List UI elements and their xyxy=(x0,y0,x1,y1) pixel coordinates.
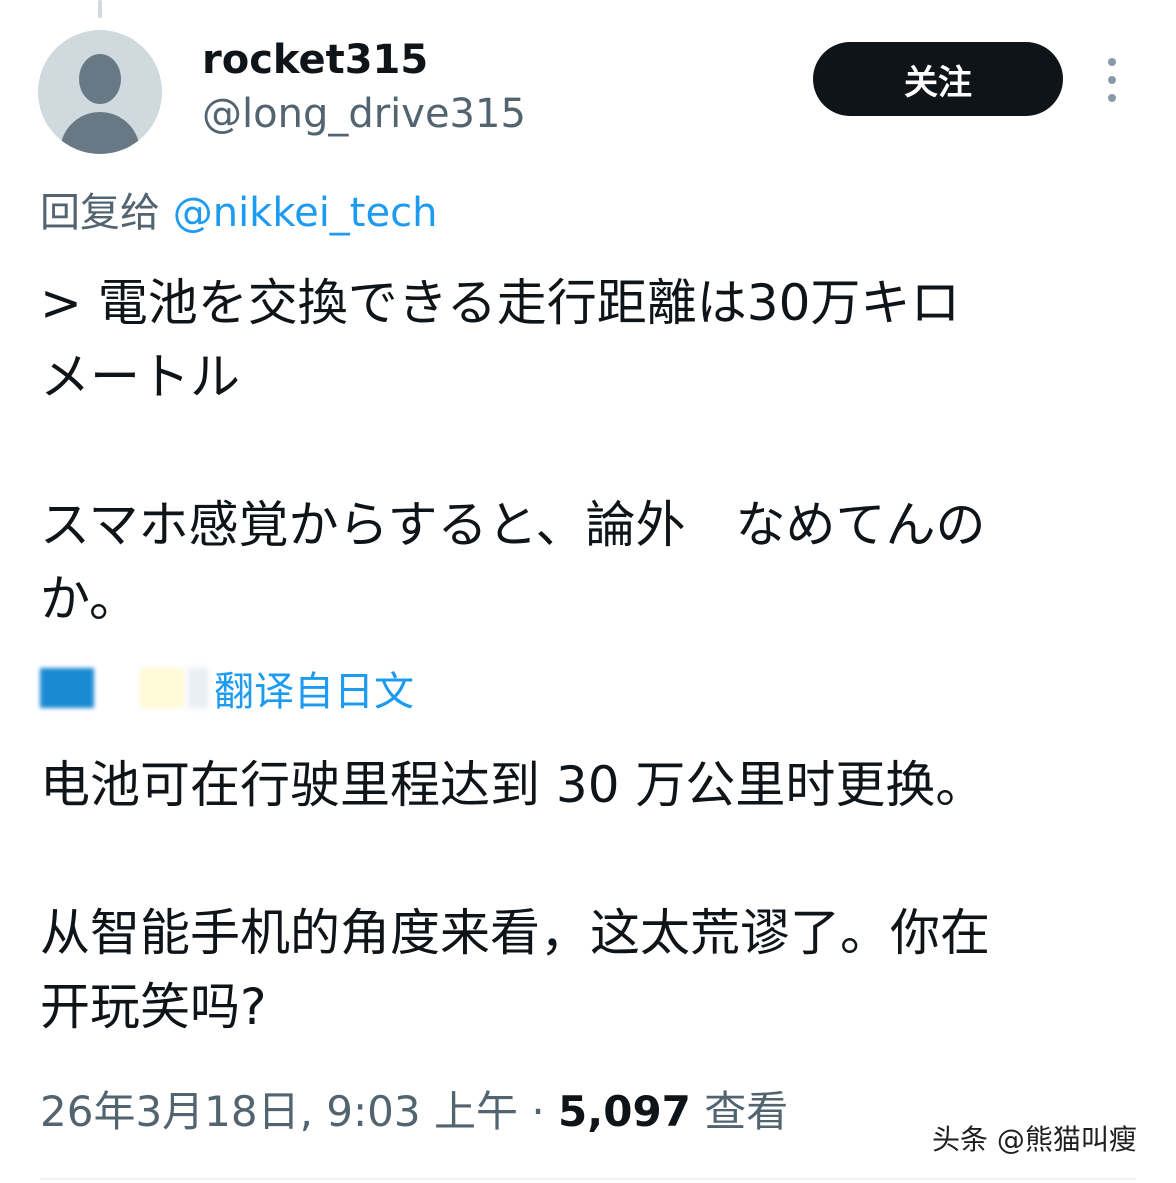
display-name[interactable]: rocket315 xyxy=(202,36,428,84)
thread-connector-line xyxy=(98,0,102,18)
translator-logo-icon xyxy=(40,668,94,708)
reply-prefix: 回复给 xyxy=(40,190,173,236)
tweet-translated-text: 电池可在行驶里程达到 30 万公里时更换。 从智能手机的角度来看，这太荒谬了。你… xyxy=(40,756,990,1036)
blurred-logo-part xyxy=(188,668,208,708)
meta-separator: · xyxy=(517,1087,559,1136)
translate-label[interactable]: 翻译自日文 xyxy=(214,659,414,717)
tweet-timestamp[interactable]: 26年3月18日, 9:03 上午 xyxy=(40,1087,518,1136)
more-vertical-icon[interactable] xyxy=(1097,56,1127,104)
default-avatar-icon[interactable] xyxy=(38,30,162,154)
tweet-original-text: > 電池を交換できる走行距離は30万キロ メートル スマホ感覚からすると、論外 … xyxy=(40,274,986,628)
avatar-head-shape xyxy=(79,54,121,104)
avatar-shoulders-shape xyxy=(60,112,140,154)
reply-mention-link[interactable]: @nikkei_tech xyxy=(173,190,438,236)
translation-attribution: 翻译自日文 xyxy=(40,660,414,716)
watermark: 头条 @熊猫叫瘦 xyxy=(932,1123,1137,1156)
blurred-logo-part xyxy=(140,668,184,708)
tweet-page: rocket315 @long_drive315 关注 回复给 @nikkei_… xyxy=(0,0,1176,1183)
tweet-meta: 26年3月18日, 9:03 上午 · 5,097 查看 xyxy=(40,1084,788,1140)
reply-context: 回复给 @nikkei_tech xyxy=(40,186,437,240)
follow-button[interactable]: 关注 xyxy=(813,42,1063,116)
divider xyxy=(40,1178,1136,1180)
views-count: 5,097 xyxy=(558,1087,691,1136)
views-label: 查看 xyxy=(690,1087,789,1136)
user-handle[interactable]: @long_drive315 xyxy=(202,90,526,138)
